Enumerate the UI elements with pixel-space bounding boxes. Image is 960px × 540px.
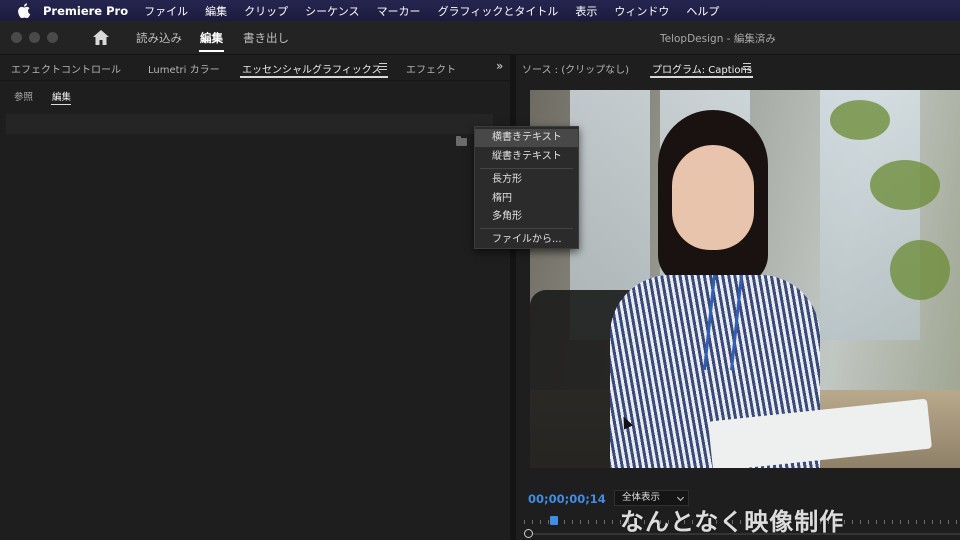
menu-view[interactable]: 表示	[575, 3, 597, 19]
zoom-window-button[interactable]	[47, 32, 58, 43]
menu-item-horizontal-text[interactable]: 横書きテキスト	[475, 129, 578, 147]
menu-item-polygon[interactable]: 多角形	[475, 208, 578, 226]
menu-separator	[480, 228, 573, 229]
new-layer-menu: 横書きテキスト 縦書きテキスト 長方形 楕円 多角形 ファイルから...	[474, 126, 579, 249]
plant-leaves	[890, 240, 950, 300]
workspace-tab-edit[interactable]: 編集	[200, 30, 223, 46]
apple-logo-icon[interactable]	[17, 3, 31, 18]
subtab-edit[interactable]: 編集	[52, 89, 71, 103]
tab-essential-graphics[interactable]: エッセンシャルグラフィックス	[242, 61, 382, 76]
subtab-browse[interactable]: 参照	[14, 89, 33, 103]
menu-clip[interactable]: クリップ	[244, 3, 288, 19]
essential-graphics-menu-icon[interactable]	[379, 63, 387, 70]
menu-item-ellipse[interactable]: 楕円	[475, 190, 578, 208]
playhead-marker[interactable]	[550, 516, 558, 525]
menu-file[interactable]: ファイル	[144, 3, 188, 19]
tab-lumetri-color[interactable]: Lumetri カラー	[148, 61, 220, 76]
folder-icon[interactable]	[456, 136, 467, 146]
menu-sequence[interactable]: シーケンス	[305, 3, 359, 19]
more-tabs-chevron-icon[interactable]: »	[496, 59, 503, 73]
tab-source-monitor[interactable]: ソース : (クリップなし)	[522, 61, 629, 76]
title-bar: 読み込み 編集 書き出し TelopDesign - 編集済み	[0, 21, 960, 54]
mac-menubar: Premiere Pro ファイル 編集 クリップ シーケンス マーカー グラフ…	[0, 0, 960, 21]
menu-help[interactable]: ヘルプ	[686, 3, 719, 19]
plant-leaves	[870, 160, 940, 210]
subtab-active-indicator	[51, 104, 71, 105]
plant-leaves	[830, 100, 890, 140]
tab-effect-controls[interactable]: エフェクトコントロール	[11, 61, 121, 76]
close-window-button[interactable]	[11, 32, 22, 43]
menu-graphics-titles[interactable]: グラフィックとタイトル	[438, 3, 559, 19]
menu-item-vertical-text[interactable]: 縦書きテキスト	[475, 148, 578, 166]
document-title: TelopDesign - 編集済み	[660, 33, 776, 45]
zoom-scroll-handle[interactable]	[524, 529, 533, 538]
minimize-window-button[interactable]	[29, 32, 40, 43]
program-monitor-panel: ソース : (クリップなし) プログラム: Captions 00;00;00;…	[516, 54, 960, 540]
chevron-down-icon	[676, 493, 685, 502]
program-monitor-menu-icon[interactable]	[743, 63, 751, 70]
essential-graphics-panel: エフェクトコントロール Lumetri カラー エッセンシャルグラフィックス エ…	[0, 54, 510, 540]
menu-item-rectangle[interactable]: 長方形	[475, 171, 578, 189]
left-panel-tab-bar: エフェクトコントロール Lumetri カラー エッセンシャルグラフィックス エ…	[0, 55, 510, 81]
menu-edit[interactable]: 編集	[205, 3, 227, 19]
channel-watermark: なんとなく映像制作	[620, 508, 845, 536]
active-tab-indicator	[240, 76, 388, 78]
menu-markers[interactable]: マーカー	[377, 3, 421, 19]
person-face	[672, 145, 754, 250]
tab-effects[interactable]: エフェクト	[406, 61, 456, 76]
menu-separator	[480, 168, 573, 169]
playhead-timecode[interactable]: 00;00;00;14	[528, 492, 606, 506]
graphic-layer-header[interactable]	[6, 114, 493, 134]
workspace-active-indicator	[199, 50, 224, 52]
tab-program-monitor[interactable]: プログラム: Captions	[652, 61, 752, 76]
menu-app-name[interactable]: Premiere Pro	[43, 4, 128, 18]
home-icon[interactable]	[92, 29, 110, 46]
program-video-frame[interactable]	[530, 90, 960, 468]
program-tab-indicator	[650, 76, 753, 78]
premiere-window: 読み込み 編集 書き出し TelopDesign - 編集済み エフェクトコント…	[0, 21, 960, 540]
menu-item-from-file[interactable]: ファイルから...	[475, 231, 578, 249]
menu-window[interactable]: ウィンドウ	[614, 3, 669, 19]
workspace-tab-export[interactable]: 書き出し	[243, 30, 289, 46]
workspace-tab-import[interactable]: 読み込み	[136, 30, 182, 46]
